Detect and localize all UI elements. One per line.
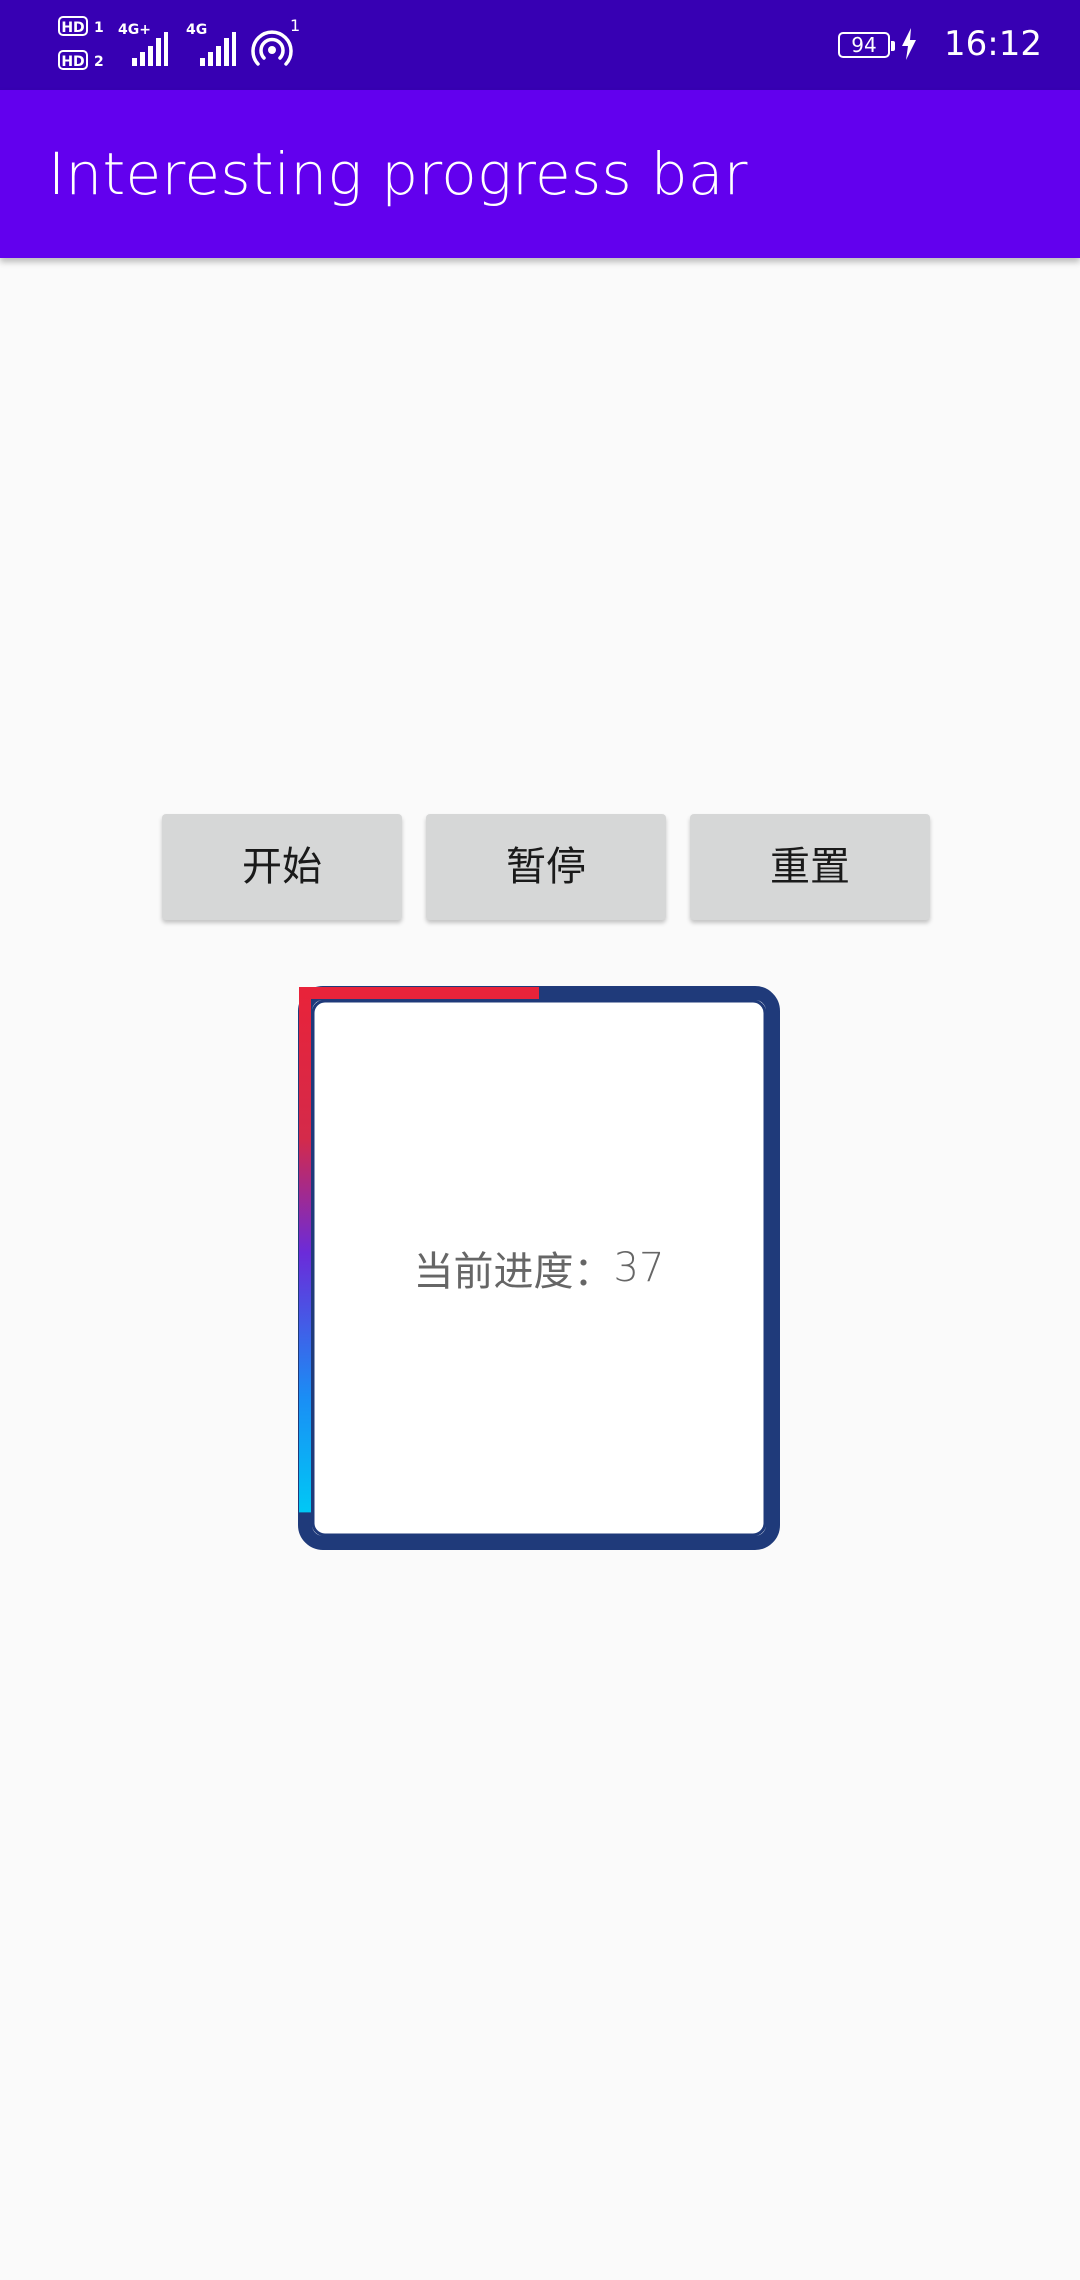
pause-button[interactable]: 暂停 [426, 814, 666, 920]
hd-badge-2: HD [58, 50, 88, 70]
status-icons-right: 94 16:12 [822, 20, 1042, 70]
signal-icon-sim2: 4G [186, 22, 236, 68]
hotspot-icon [251, 30, 293, 66]
hd-indicators: HD 1 HD 2 [58, 14, 110, 76]
app-bar: Interesting progress bar [0, 90, 1080, 258]
progress-frame: 当前进度： 37 [298, 986, 780, 1550]
hd-sim-2: 2 [94, 54, 104, 70]
signal-icon-sim1: 4G+ [118, 22, 168, 68]
progress-value: 37 [613, 1245, 665, 1291]
reset-button[interactable]: 重置 [690, 814, 930, 920]
progress-label: 当前进度： [413, 1249, 614, 1295]
charging-icon [902, 28, 916, 60]
app-title: Interesting progress bar [48, 140, 748, 208]
progress-readout: 当前进度： 37 [298, 986, 780, 1550]
hd-badge-1: HD [58, 16, 88, 36]
hotspot-count: 1 [290, 16, 301, 35]
status-bar: HD 1 HD 2 4G+ 4G 1 94 16:12 [0, 0, 1080, 90]
clock: 16:12 [944, 24, 1042, 64]
battery-icon: 94 [838, 32, 895, 58]
start-button[interactable]: 开始 [162, 814, 402, 920]
hd-sim-1: 1 [94, 20, 104, 36]
